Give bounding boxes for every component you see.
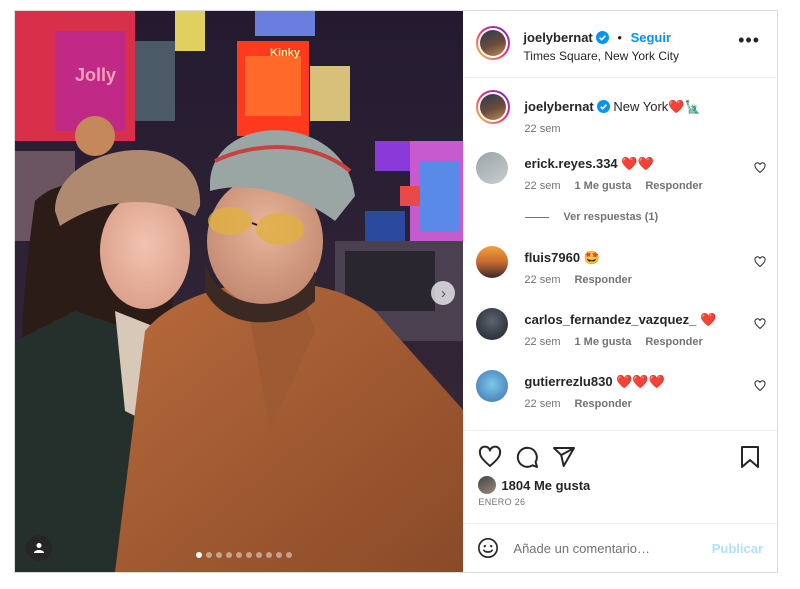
like-heart-icon[interactable] [478, 445, 502, 469]
comment-text: ❤️❤️❤️ [616, 374, 665, 389]
comment-bubble-icon[interactable] [515, 445, 539, 469]
comment-composer: Publicar [463, 523, 777, 572]
comment-meta: 22 sem Responder [524, 398, 646, 410]
action-bar: 1804 Me gusta ENERO 26 [463, 430, 777, 523]
comment-likes[interactable]: 1 Me gusta [574, 336, 631, 348]
comment-time: 22 sem [524, 336, 561, 348]
view-replies-button[interactable]: Ver respuestas (1) [525, 211, 658, 223]
comment-username[interactable]: erick.reyes.334 [524, 156, 617, 171]
chevron-right-icon: › [441, 284, 446, 302]
comment-username[interactable]: carlos_fernandez_vazquez_ [524, 312, 696, 327]
like-comment-heart-icon[interactable] [754, 162, 766, 174]
next-photo-button[interactable]: › [431, 281, 455, 305]
comment-username[interactable]: fluis7960 [524, 250, 580, 265]
separator-dot: • [617, 30, 622, 45]
caption-emoji: ❤️🗽 [668, 99, 701, 114]
comment-text: 🤩 [583, 250, 600, 265]
comment-text: ❤️ [700, 312, 717, 327]
comment-text: ❤️❤️ [621, 156, 654, 171]
commenter-avatar[interactable] [476, 308, 509, 340]
carousel-dot [256, 552, 262, 558]
post-photo[interactable]: Jolly Kinky › [15, 11, 464, 572]
carousel-dot [246, 552, 252, 558]
reply-button[interactable]: Responder [574, 274, 631, 286]
carousel-indicator [196, 552, 292, 558]
comment-meta: 22 sem 1 Me gusta Responder [524, 180, 716, 192]
caption-time: 22 sem [524, 123, 561, 135]
follow-button[interactable]: Seguir [631, 30, 671, 45]
post-side-panel: joelybernat • Seguir Times Square, New Y… [463, 11, 777, 572]
likes-count[interactable]: 1804 Me gusta [501, 478, 590, 493]
more-options-icon[interactable]: ••• [738, 31, 760, 49]
reply-button[interactable]: Responder [645, 336, 702, 348]
emoji-smiley-icon[interactable] [477, 537, 499, 559]
liker-avatar [478, 476, 497, 494]
comment-meta: 22 sem 1 Me gusta Responder [524, 336, 716, 348]
author-username[interactable]: joelybernat [523, 30, 592, 45]
carousel-dot [286, 552, 292, 558]
user-icon [34, 543, 44, 553]
carousel-dot [236, 552, 242, 558]
comment-meta: 22 sem Responder [524, 274, 646, 286]
comment-time: 22 sem [524, 180, 561, 192]
comment-time: 22 sem [524, 274, 561, 286]
carousel-dot [196, 552, 202, 558]
photo-image: Jolly Kinky [15, 11, 464, 572]
view-replies-label: Ver respuestas (1) [563, 211, 659, 223]
comments-section: joelybernat New York❤️🗽 22 sem erick.rey… [463, 78, 777, 430]
comment-time: 22 sem [524, 398, 561, 410]
caption-username[interactable]: joelybernat [524, 99, 593, 114]
reply-button[interactable]: Responder [645, 180, 702, 192]
verified-badge-icon [595, 31, 609, 44]
add-comment-input[interactable] [513, 536, 704, 560]
like-comment-heart-icon[interactable] [754, 256, 766, 268]
comment-username[interactable]: gutierrezlu830 [524, 374, 612, 389]
verified-badge-icon [596, 100, 610, 113]
share-send-icon[interactable] [552, 445, 576, 469]
caption-meta: 22 sem [524, 123, 574, 135]
post-location[interactable]: Times Square, New York City [523, 49, 679, 63]
likes-row[interactable]: 1804 Me gusta [478, 476, 590, 494]
save-bookmark-icon[interactable] [739, 445, 761, 469]
carousel-dot [266, 552, 272, 558]
post-date: ENERO 26 [478, 497, 526, 507]
publish-button[interactable]: Publicar [712, 541, 763, 556]
like-comment-heart-icon[interactable] [754, 318, 766, 330]
comment-likes[interactable]: 1 Me gusta [574, 180, 631, 192]
billboard-sign-1: Jolly [75, 65, 116, 85]
billboard-sign-2: Kinky [270, 47, 301, 59]
commenter-avatar[interactable] [476, 152, 509, 184]
reply-button[interactable]: Responder [574, 398, 631, 410]
caption-text: New York [613, 99, 669, 114]
commenter-avatar[interactable] [476, 370, 509, 402]
like-comment-heart-icon[interactable] [754, 380, 766, 392]
tagged-users-button[interactable] [26, 535, 52, 561]
carousel-dot [206, 552, 212, 558]
carousel-dot [216, 552, 222, 558]
commenter-avatar[interactable] [476, 246, 509, 278]
replies-divider [525, 216, 550, 218]
carousel-dot [276, 552, 282, 558]
post-header: joelybernat • Seguir Times Square, New Y… [463, 11, 777, 78]
carousel-dot [226, 552, 232, 558]
author-avatar[interactable] [476, 26, 511, 60]
instagram-post: Jolly Kinky › joelybernat • Seguir Times… [14, 10, 778, 573]
caption-avatar[interactable] [476, 90, 511, 124]
